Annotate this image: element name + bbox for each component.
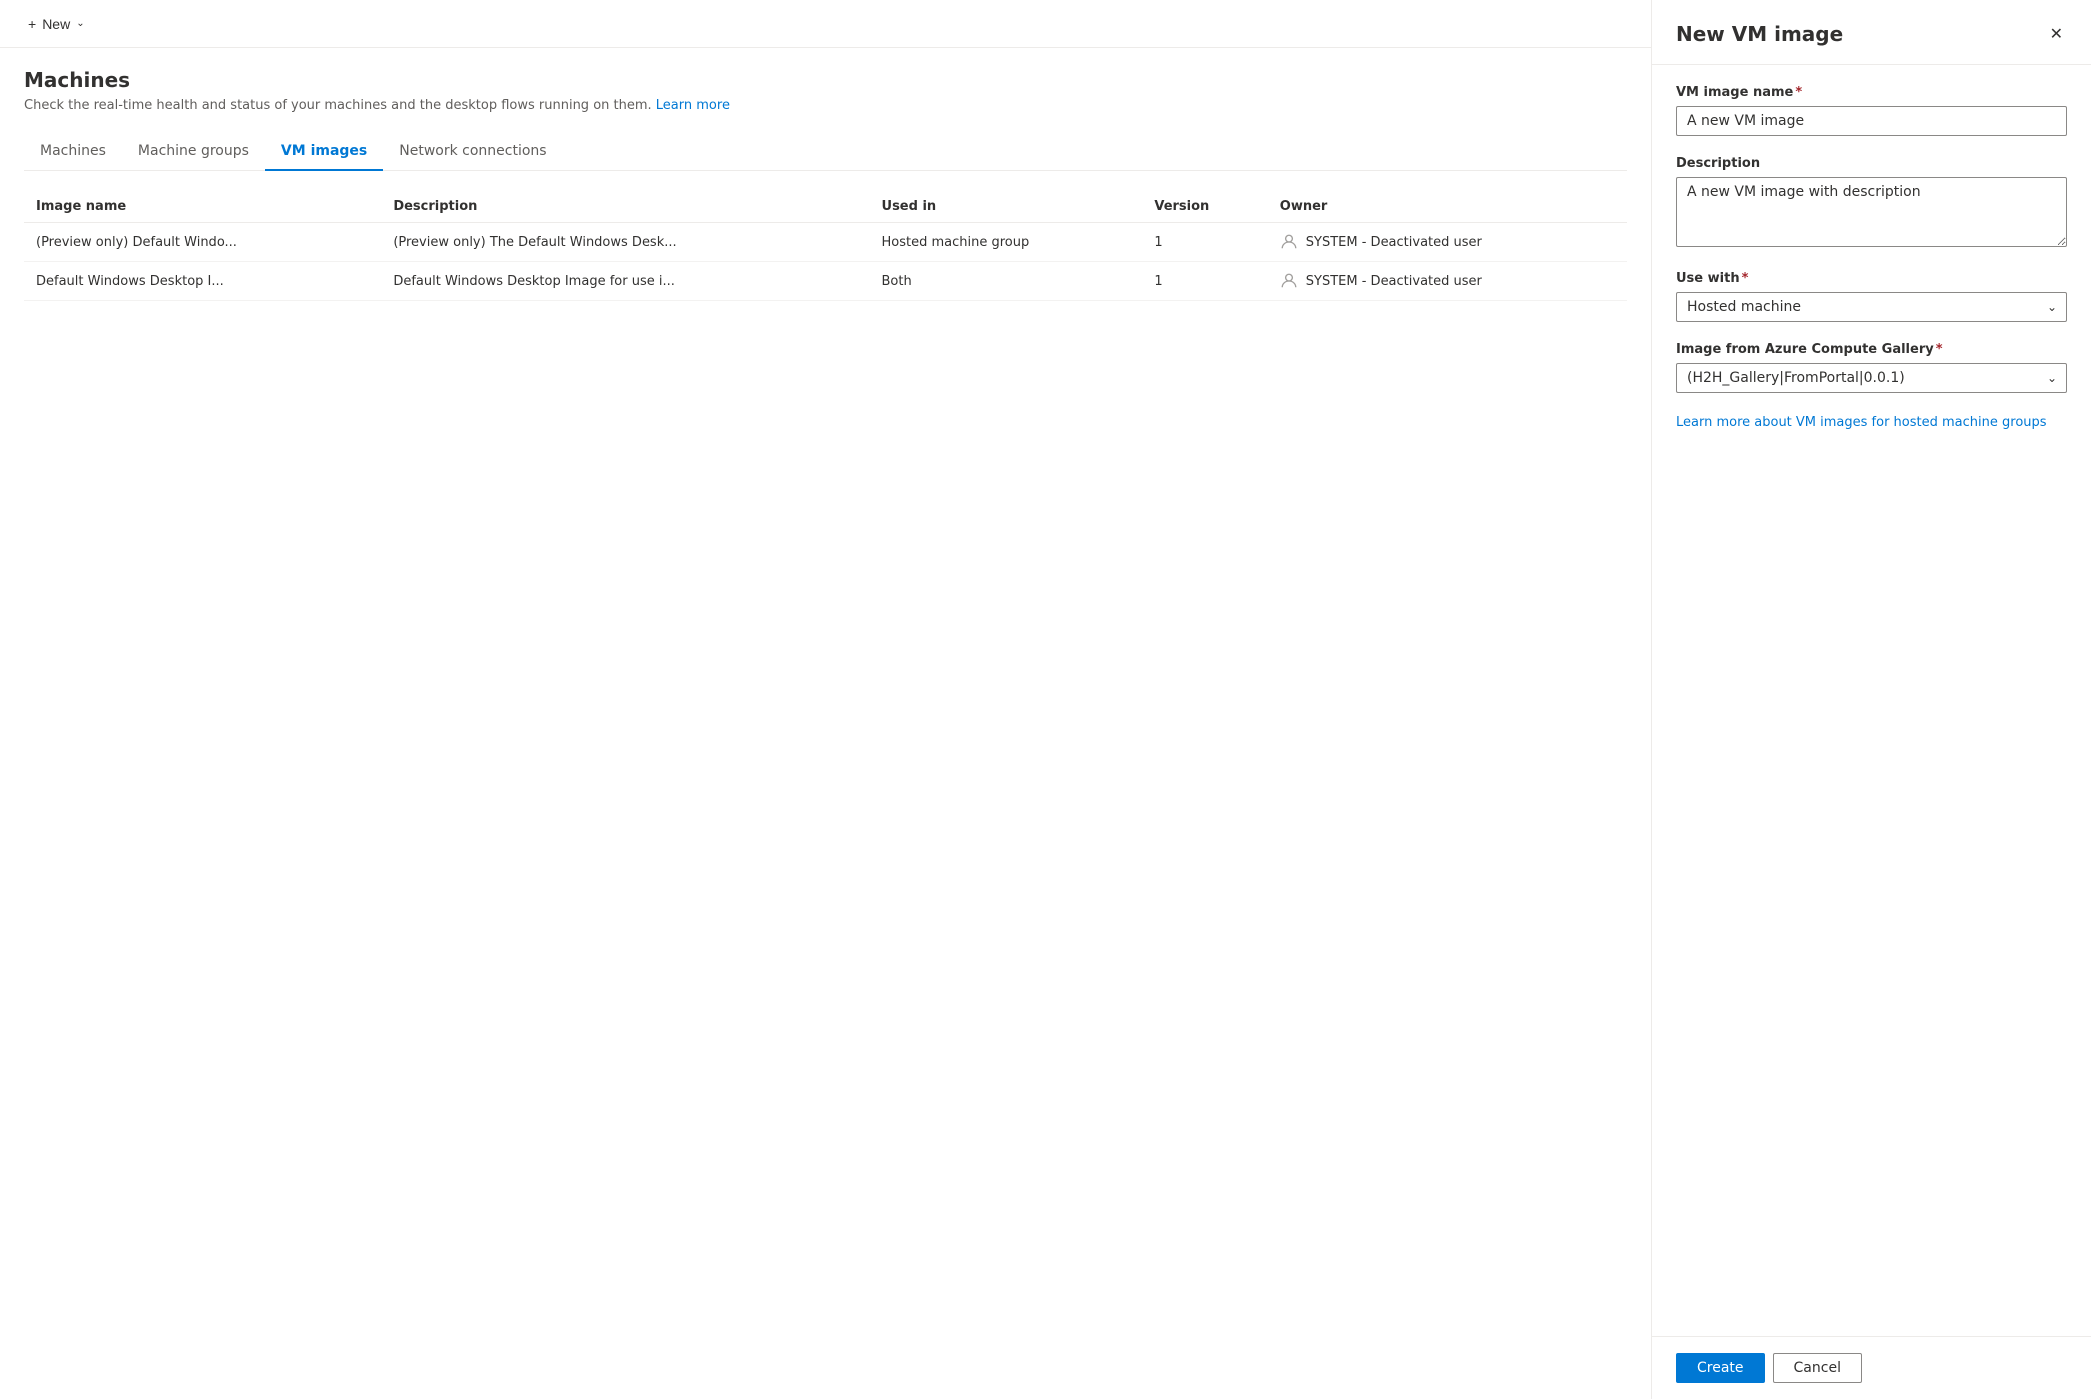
cell-used-in: Hosted machine group [870,223,1143,262]
learn-more-vm-images-link[interactable]: Learn more about VM images for hosted ma… [1676,415,2047,430]
vm-images-table: Image name Description Used in Version O… [24,191,1627,301]
vm-image-name-input[interactable] [1676,106,2067,136]
use-with-group: Use with* Hosted machine Hosted machine … [1676,271,2067,322]
description-group: Description A new VM image with descript… [1676,156,2067,251]
required-star: * [1795,85,1802,100]
page-subtitle: Check the real-time health and status of… [24,98,1627,113]
image-gallery-select-wrapper: (H2H_Gallery|FromPortal|0.0.1) ⌄ [1676,363,2067,393]
side-panel: New VM image ✕ VM image name* Descriptio… [1651,0,2091,1399]
top-bar: + New ⌄ [0,0,1651,48]
use-with-label: Use with* [1676,271,2067,286]
cell-image-name: (Preview only) Default Windo... [24,223,381,262]
col-owner: Owner [1268,191,1627,223]
user-icon [1280,272,1298,290]
description-label: Description [1676,156,2067,171]
required-star: * [1742,271,1749,286]
cell-owner: SYSTEM - Deactivated user [1268,223,1627,262]
tab-machine-groups[interactable]: Machine groups [122,133,265,171]
cell-image-name: Default Windows Desktop I... [24,262,381,301]
description-textarea[interactable]: A new VM image with description [1676,177,2067,247]
table-row[interactable]: Default Windows Desktop I... Default Win… [24,262,1627,301]
tab-machines[interactable]: Machines [24,133,122,171]
image-gallery-label: Image from Azure Compute Gallery* [1676,342,2067,357]
required-star: * [1936,342,1943,357]
panel-body: VM image name* Description A new VM imag… [1652,65,2091,1336]
create-button[interactable]: Create [1676,1353,1765,1383]
cell-version: 1 [1142,262,1267,301]
col-version: Version [1142,191,1267,223]
learn-more-link[interactable]: Learn more [656,98,730,113]
user-icon [1280,233,1298,251]
cancel-button[interactable]: Cancel [1773,1353,1862,1383]
image-gallery-select[interactable]: (H2H_Gallery|FromPortal|0.0.1) [1676,363,2067,393]
col-description: Description [381,191,869,223]
use-with-select[interactable]: Hosted machine Hosted machine group Both [1676,292,2067,322]
panel-title: New VM image [1676,22,1843,46]
panel-header: New VM image ✕ [1652,0,2091,65]
new-button[interactable]: + New ⌄ [20,12,93,36]
chevron-down-icon: ⌄ [76,18,84,29]
vm-image-name-group: VM image name* [1676,85,2067,136]
cell-description: (Preview only) The Default Windows Desk.… [381,223,869,262]
col-image-name: Image name [24,191,381,223]
close-button[interactable]: ✕ [2046,20,2067,48]
col-used-in: Used in [870,191,1143,223]
plus-icon: + [28,16,36,32]
image-gallery-group: Image from Azure Compute Gallery* (H2H_G… [1676,342,2067,393]
new-button-label: New [42,16,70,32]
page-body: Machines Check the real-time health and … [0,48,1651,321]
tab-network-connections[interactable]: Network connections [383,133,562,171]
table-row[interactable]: (Preview only) Default Windo... (Preview… [24,223,1627,262]
vm-image-name-label: VM image name* [1676,85,2067,100]
use-with-select-wrapper: Hosted machine Hosted machine group Both… [1676,292,2067,322]
cell-description: Default Windows Desktop Image for use i.… [381,262,869,301]
tab-vm-images[interactable]: VM images [265,133,383,171]
panel-footer: Create Cancel [1652,1336,2091,1399]
cell-used-in: Both [870,262,1143,301]
tab-bar: Machines Machine groups VM images Networ… [24,133,1627,171]
cell-owner: SYSTEM - Deactivated user [1268,262,1627,301]
cell-version: 1 [1142,223,1267,262]
page-title: Machines [24,68,1627,92]
